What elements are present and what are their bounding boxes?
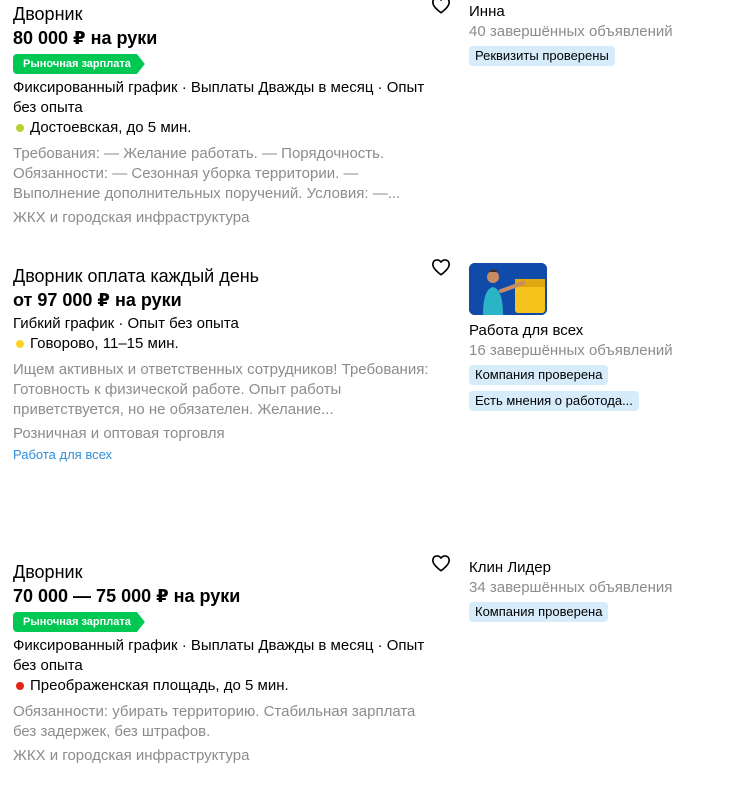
vacancy-industry: ЖКХ и городская инфраструктура bbox=[13, 209, 250, 226]
vacancy-title[interactable]: Дворник bbox=[13, 2, 433, 26]
vacancy-description: Ищем активных и ответственных сотруднико… bbox=[13, 361, 429, 418]
vacancy-info: Дворник 80 000 ₽ на руки Рыночная зарпла… bbox=[13, 2, 433, 228]
company-avatar[interactable] bbox=[469, 263, 547, 315]
seller-badge: Компания проверена bbox=[469, 602, 609, 622]
seller-name[interactable]: Клин Лидер bbox=[469, 558, 729, 578]
metro-label: Достоевская, до 5 мин. bbox=[30, 119, 192, 136]
metro-line-dot bbox=[16, 682, 24, 690]
metro-station: Преображенская площадь, до 5 мин. bbox=[13, 676, 433, 696]
vacancy-price: 70 000 — 75 000 ₽ на руки bbox=[13, 586, 241, 606]
seller-name[interactable]: Инна bbox=[469, 2, 729, 22]
vacancy-price: от 97 000 ₽ на руки bbox=[13, 290, 182, 310]
vacancy-info: Дворник оплата каждый день от 97 000 ₽ н… bbox=[13, 264, 433, 464]
vacancy-title[interactable]: Дворник bbox=[13, 560, 433, 584]
seller-badge[interactable]: Есть мнения о работода... bbox=[469, 391, 639, 411]
metro-station: Достоевская, до 5 мин. bbox=[13, 118, 433, 138]
favorite-heart-icon[interactable] bbox=[431, 554, 451, 572]
favorite-heart-icon[interactable] bbox=[431, 258, 451, 276]
market-salary-badge: Рыночная зарплата bbox=[13, 54, 145, 74]
seller-completed-count: 16 завершённых объявлений bbox=[469, 342, 673, 359]
metro-line-dot bbox=[16, 124, 24, 132]
metro-label: Преображенская площадь, до 5 мин. bbox=[30, 677, 289, 694]
seller-badge: Реквизиты проверены bbox=[469, 46, 615, 66]
vacancy-price: 80 000 ₽ на руки bbox=[13, 28, 158, 48]
seller-completed-count: 34 завершённых объявления bbox=[469, 579, 673, 596]
vacancy-info: Дворник 70 000 — 75 000 ₽ на руки Рыночн… bbox=[13, 560, 433, 766]
seller-name[interactable]: Работа для всех bbox=[469, 321, 729, 341]
seller-info: Клин Лидер 34 завершённых объявления Ком… bbox=[469, 558, 729, 622]
metro-line-dot bbox=[16, 340, 24, 348]
vacancy-description: Требования: — Желание работать. — Порядо… bbox=[13, 145, 401, 202]
vacancy-params: Фиксированный график · Выплаты Дважды в … bbox=[13, 79, 425, 116]
vacancy-params: Гибкий график · Опыт без опыта bbox=[13, 315, 239, 332]
market-salary-badge: Рыночная зарплата bbox=[13, 612, 145, 632]
vacancy-industry: Розничная и оптовая торговля bbox=[13, 425, 225, 442]
metro-station: Говорово, 11–15 мин. bbox=[13, 334, 433, 354]
seller-info: Инна 40 завершённых объявлений Реквизиты… bbox=[469, 2, 729, 66]
seller-completed-count: 40 завершённых объявлений bbox=[469, 23, 673, 40]
vacancy-industry: ЖКХ и городская инфраструктура bbox=[13, 747, 250, 764]
seller-badge: Компания проверена bbox=[469, 365, 609, 385]
metro-label: Говорово, 11–15 мин. bbox=[30, 335, 179, 352]
favorite-heart-icon[interactable] bbox=[431, 0, 451, 14]
seller-info: Работа для всех 16 завершённых объявлени… bbox=[469, 263, 729, 411]
vacancy-description: Обязанности: убирать территорию. Стабиль… bbox=[13, 703, 416, 740]
company-link[interactable]: Работа для всех bbox=[13, 446, 433, 464]
vacancy-params: Фиксированный график · Выплаты Дважды в … bbox=[13, 637, 425, 674]
vacancy-title[interactable]: Дворник оплата каждый день bbox=[13, 264, 433, 288]
